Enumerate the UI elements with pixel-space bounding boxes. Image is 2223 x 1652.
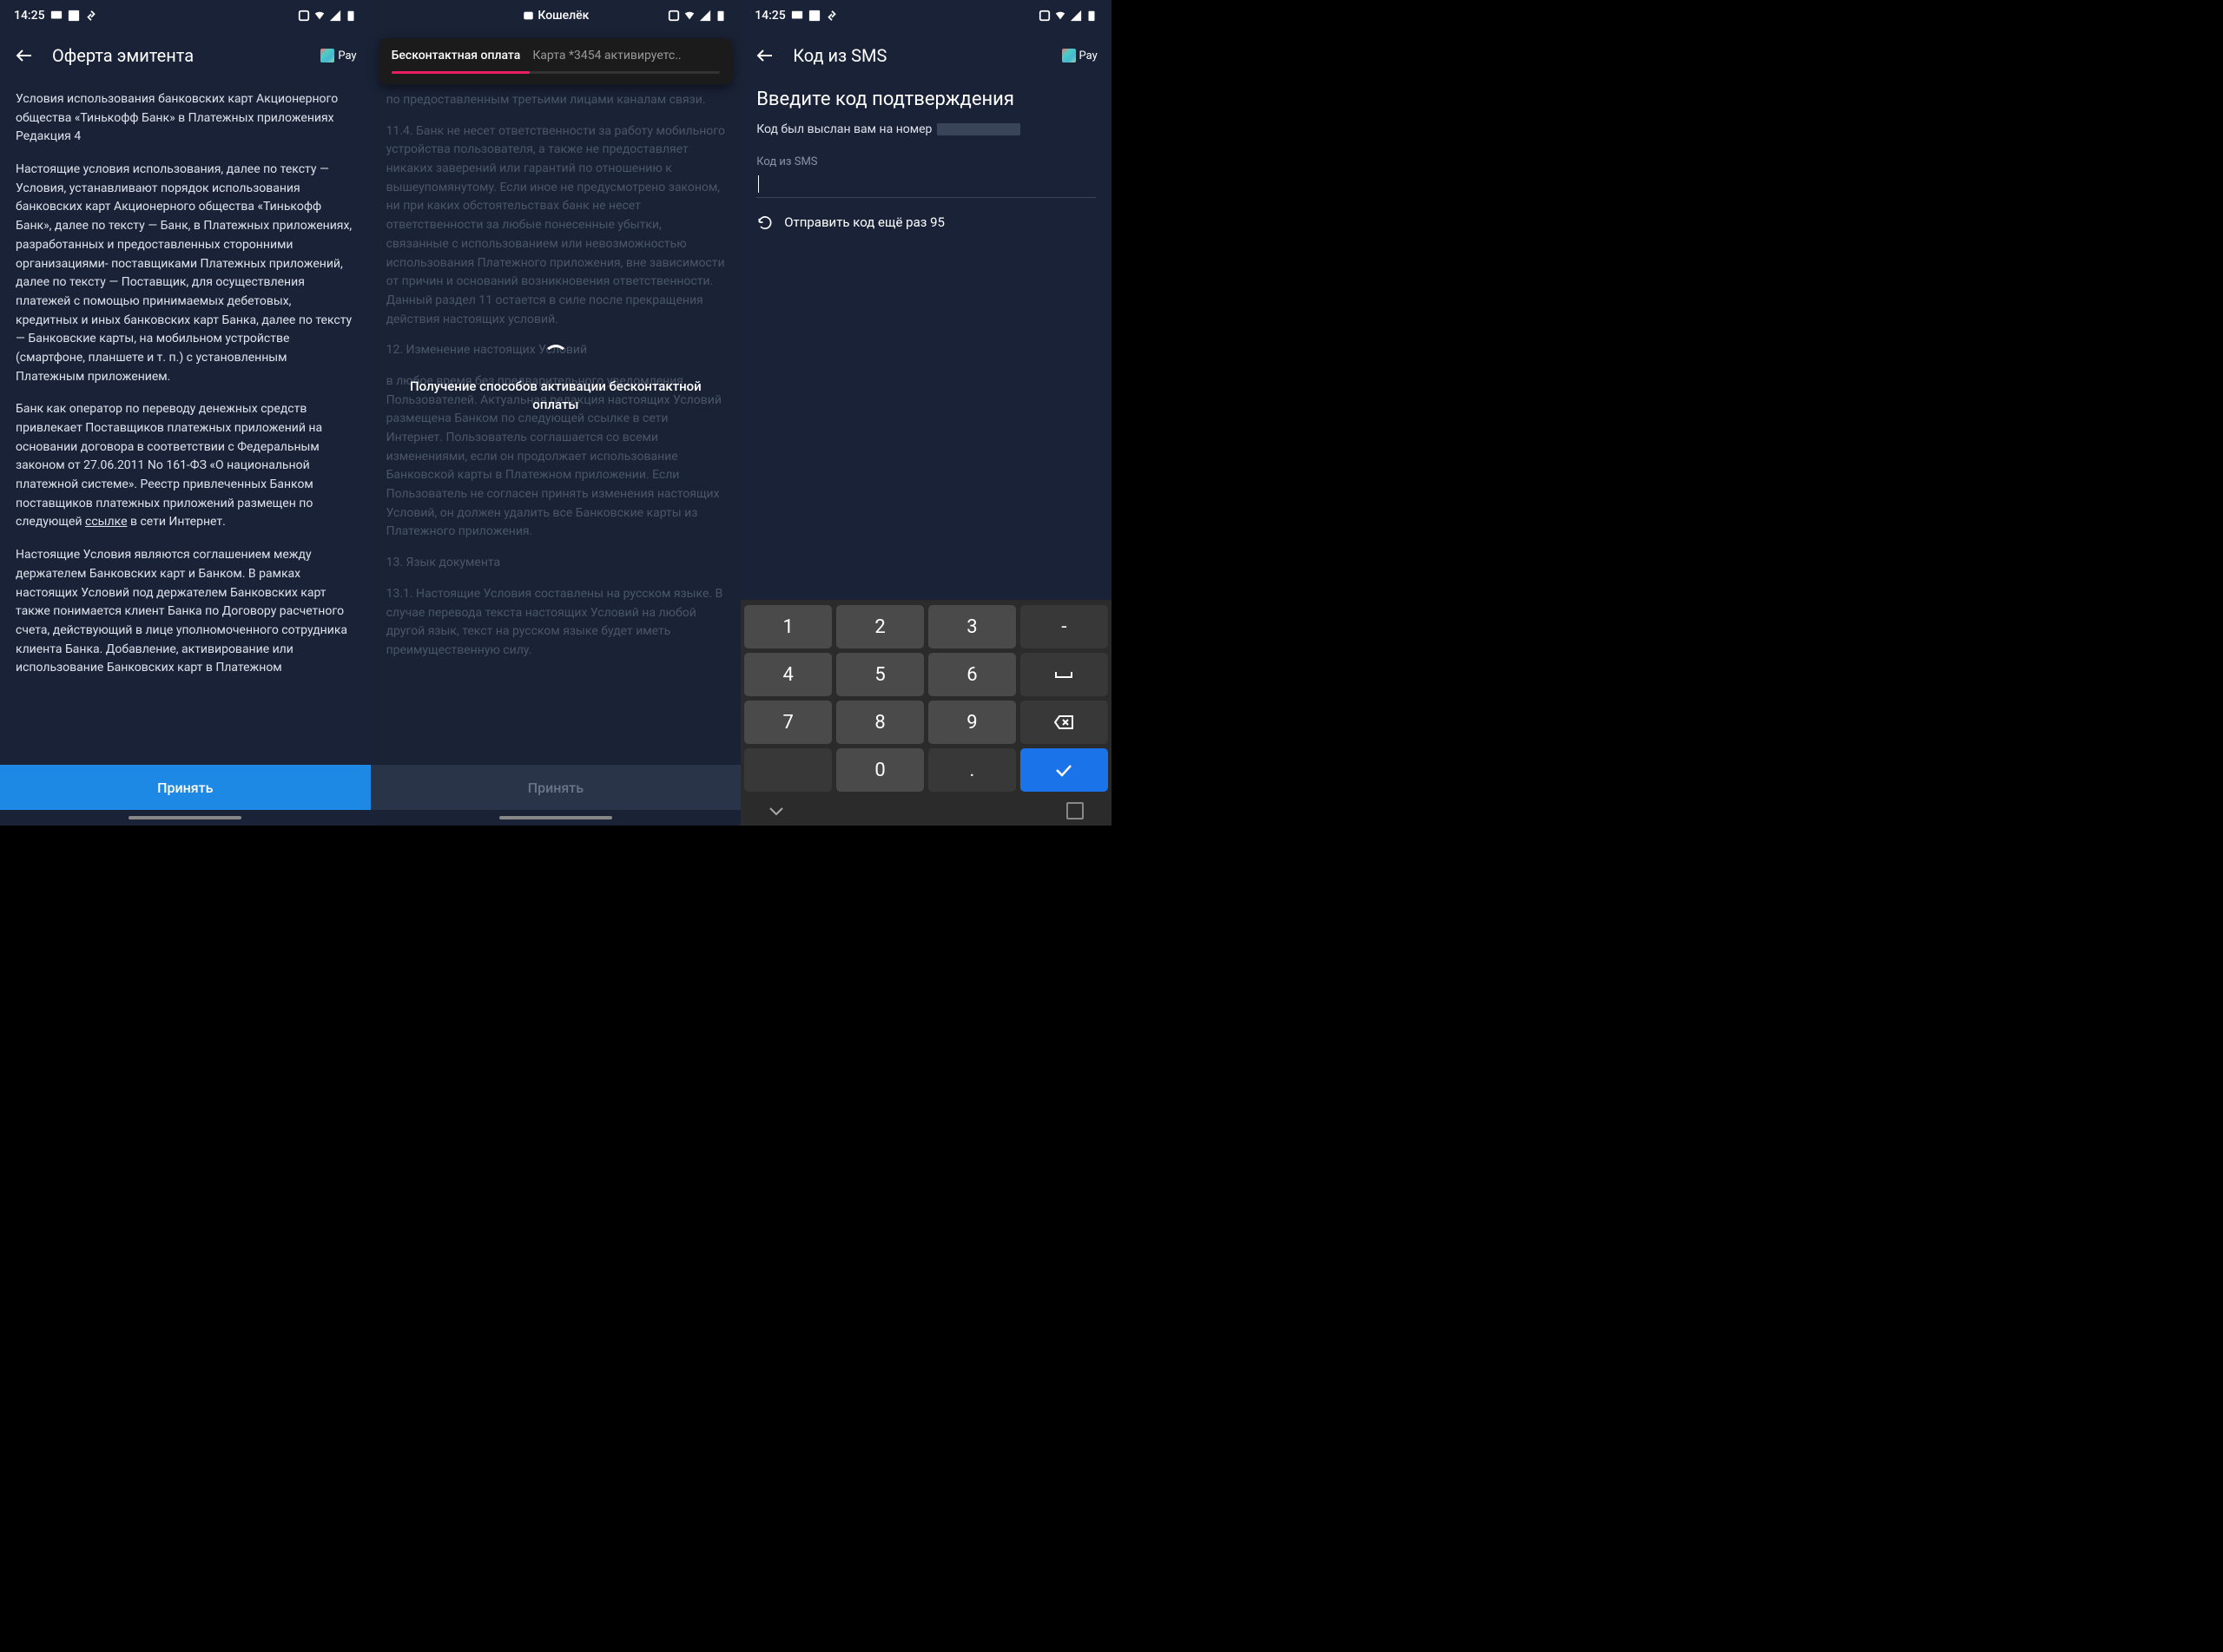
screen-activation: Кошелёк Бесконтактная оплата Карта *3454… [371,0,742,826]
chevron-down-icon [768,806,784,816]
accept-button-disabled: Принять [371,765,742,810]
pay-cube-icon [1062,49,1076,63]
back-button[interactable] [755,45,775,66]
toast-subtitle: Карта *3454 активируетс.. [532,49,681,63]
signal-icon [329,10,341,22]
screen-sms-code: 14:25 Код из SMS Pay Введите код подтвер… [741,0,1112,826]
signal-icon [699,10,711,22]
key-backspace[interactable] [1020,701,1108,744]
img-icon [808,10,821,22]
text-cursor-icon [758,175,759,193]
battery-icon [1085,10,1098,22]
key-empty[interactable] [744,748,832,792]
sms-heading: Введите код подтверждения [741,80,1112,119]
refresh-icon [756,214,774,231]
battery-icon [715,10,727,22]
battery-icon [345,10,357,22]
link-registry[interactable]: ссылке [85,515,128,529]
key-submit[interactable] [1020,748,1108,792]
loading-overlay: Получение способов активации бесконтактн… [389,345,722,414]
wifi-icon [683,10,696,22]
activation-toast[interactable]: Бесконтактная оплата Карта *3454 активир… [379,38,733,84]
key-1[interactable]: 1 [744,605,832,648]
toast-progress [392,71,721,74]
screen-offer: 14:25 Оферта эмитента Pay Условия исполь… [0,0,371,826]
status-bar: Кошелёк [371,0,742,31]
signal-icon [1070,10,1082,22]
msg-icon [50,10,63,22]
hide-keyboard-button[interactable] [768,802,784,820]
key-6[interactable]: 6 [928,653,1016,696]
key-dot[interactable]: . [928,748,1016,792]
key-7[interactable]: 7 [744,701,832,744]
numeric-keyboard: 1 2 3 - 4 5 6 7 8 9 0 . [741,600,1112,826]
home-indicator[interactable] [371,810,742,826]
pay-cube-icon [320,49,334,63]
sms-sub: Код был выслан вам на номер [741,119,1112,140]
check-icon [1053,762,1074,778]
key-4[interactable]: 4 [744,653,832,696]
arrow-left-icon [14,45,35,66]
key-space[interactable] [1020,653,1108,696]
status-bar: 14:25 [0,0,371,31]
status-bar: 14:25 [741,0,1112,31]
nfc-icon [298,10,310,22]
phone-number-hidden [937,123,1020,135]
wallet-icon [522,10,534,22]
status-time: 14:25 [755,9,786,23]
nfc-icon [668,10,680,22]
header-title: Оферта эмитента [52,45,303,66]
space-icon [1054,670,1073,679]
toast-title: Бесконтактная оплата [392,49,521,63]
back-button[interactable] [14,45,35,66]
backspace-icon [1053,714,1074,730]
nfc-icon [1039,10,1051,22]
key-2[interactable]: 2 [836,605,924,648]
sync-icon [826,10,838,22]
key-9[interactable]: 9 [928,701,1016,744]
header-title: Код из SMS [793,45,1044,66]
loading-text: Получение способов активации бесконтактн… [389,378,722,414]
pay-badge: Pay [1062,49,1098,63]
key-5[interactable]: 5 [836,653,924,696]
key-8[interactable]: 8 [836,701,924,744]
arrow-left-icon [755,45,775,66]
sms-input-label: Код из SMS [741,140,1112,170]
pay-badge: Pay [320,49,356,63]
header: Код из SMS Pay [741,31,1112,80]
key-dash[interactable]: - [1020,605,1108,648]
dimmed-terms: по предоставленным третьими лицами канал… [371,91,742,765]
key-0[interactable]: 0 [836,748,924,792]
key-3[interactable]: 3 [928,605,1016,648]
img-icon [68,10,80,22]
keyboard-resize-icon[interactable] [1066,802,1084,819]
offer-content[interactable]: Условия использования банковских карт Ак… [0,80,371,765]
sms-input[interactable] [756,172,1096,198]
spinner-icon [544,345,568,369]
resend-button[interactable]: Отправить код ещё раз 95 [741,198,1112,247]
status-time: 14:25 [14,9,45,23]
sms-input-field[interactable] [756,172,1096,197]
msg-icon [791,10,803,22]
wifi-icon [313,10,326,22]
accept-button[interactable]: Принять [0,765,371,810]
sync-icon [85,10,97,22]
header: Оферта эмитента Pay [0,31,371,80]
wifi-icon [1054,10,1066,22]
home-indicator[interactable] [0,810,371,826]
